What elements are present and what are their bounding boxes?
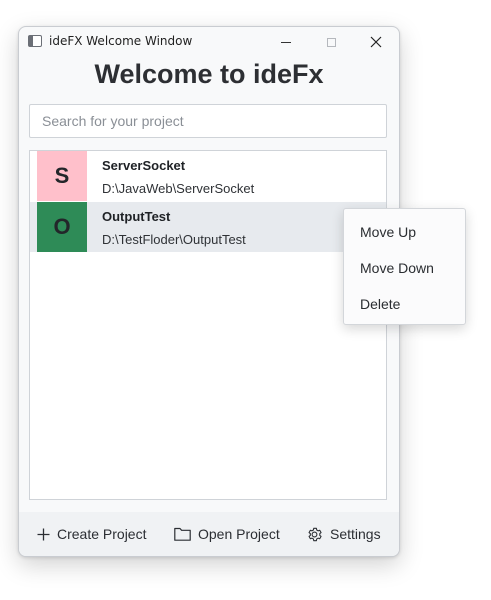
project-path: D:\JavaWeb\ServerSocket [102, 181, 255, 196]
close-icon [370, 36, 382, 48]
settings-label: Settings [330, 526, 381, 542]
project-path: D:\TestFloder\OutputTest [102, 232, 246, 247]
window-title: ideFX Welcome Window [49, 34, 193, 48]
menu-item-move-up[interactable]: Move Up [344, 214, 465, 250]
app-window-icon [28, 35, 42, 47]
menu-item-move-down[interactable]: Move Down [344, 250, 465, 286]
maximize-icon [326, 37, 336, 47]
project-item[interactable]: O OutputTest D:\TestFloder\OutputTest [30, 202, 386, 252]
footer-toolbar: Create Project Open Project Settings [19, 512, 399, 556]
project-avatar: S [37, 151, 87, 201]
page-title: Welcome to ideFx [94, 59, 324, 89]
title-bar[interactable]: ideFX Welcome Window [19, 27, 399, 57]
project-name: OutputTest [102, 209, 171, 224]
project-list[interactable]: S ServerSocket D:\JavaWeb\ServerSocket O… [29, 150, 387, 500]
settings-button[interactable]: Settings [306, 523, 381, 545]
minimize-icon [281, 41, 291, 43]
create-project-button[interactable]: Create Project [37, 523, 146, 545]
plus-icon [37, 528, 50, 541]
context-menu: Move Up Move Down Delete [343, 208, 466, 325]
create-project-label: Create Project [57, 526, 147, 542]
project-name: ServerSocket [102, 158, 186, 173]
close-button[interactable] [353, 27, 399, 57]
search-input[interactable] [29, 104, 387, 138]
menu-item-delete[interactable]: Delete [344, 286, 465, 322]
project-avatar: O [37, 202, 87, 252]
project-item[interactable]: S ServerSocket D:\JavaWeb\ServerSocket [30, 151, 386, 201]
folder-icon [174, 527, 191, 541]
open-project-button[interactable]: Open Project [174, 523, 280, 545]
minimize-button[interactable] [263, 27, 309, 57]
open-project-label: Open Project [198, 526, 280, 542]
maximize-button[interactable] [308, 27, 354, 57]
gear-icon [306, 526, 323, 543]
